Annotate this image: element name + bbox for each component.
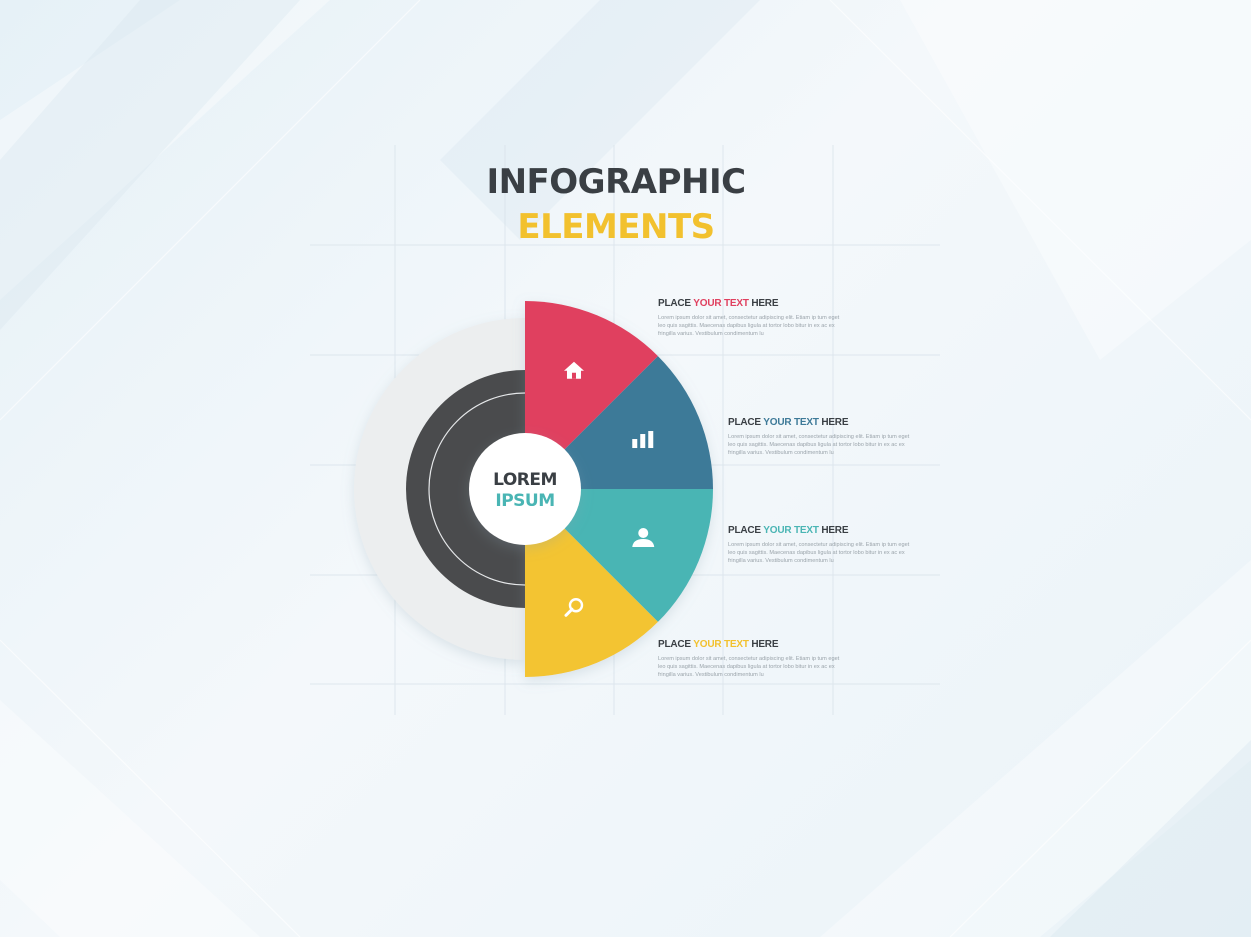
info-item-2: PLACE YOUR TEXT HERE Lorem ipsum dolor s… [728,417,913,457]
item-description: Lorem ipsum dolor sit amet, consectetur … [658,315,840,337]
item-description: Lorem ipsum dolor sit amet, consectetur … [728,434,910,456]
center-label-line-1: LOREM [493,470,557,490]
info-item-1: PLACE YOUR TEXT HERE Lorem ipsum dolor s… [658,298,843,338]
item-heading: PLACE YOUR TEXT HERE [658,639,779,650]
item-description: Lorem ipsum dolor sit amet, consectetur … [728,542,910,564]
info-item-3: PLACE YOUR TEXT HERE Lorem ipsum dolor s… [728,525,913,565]
item-heading: PLACE YOUR TEXT HERE [728,417,849,428]
item-description: Lorem ipsum dolor sit amet, consectetur … [658,656,840,678]
center-label-line-2: IPSUM [495,491,555,511]
item-heading: PLACE YOUR TEXT HERE [658,298,779,309]
info-item-4: PLACE YOUR TEXT HERE Lorem ipsum dolor s… [658,639,843,679]
item-heading: PLACE YOUR TEXT HERE [728,525,849,536]
semicircle-diagram [354,301,713,677]
